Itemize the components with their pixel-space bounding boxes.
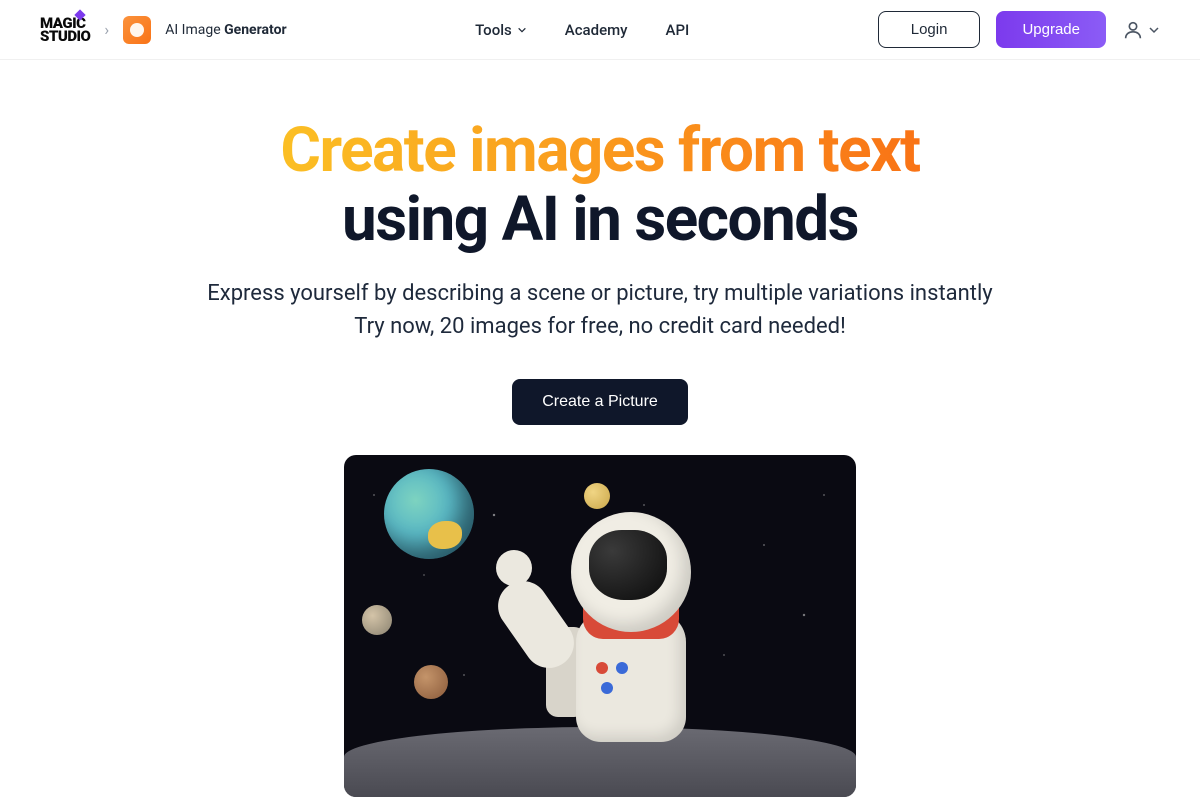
logo-text-line2: STUDIO [40,30,90,43]
hero-section: Create images from text using AI in seco… [0,60,1200,797]
profile-menu[interactable] [1122,19,1160,41]
headline-dark-text: using AI in seconds [342,183,858,256]
planet-icon [362,605,392,635]
nav-api-label: API [666,21,690,39]
hero-image-astronaut [344,455,856,797]
header-left: MAGIC STUDIO › AI Image Generator [40,16,287,44]
nav-api[interactable]: API [666,21,690,39]
astronaut-helmet [571,512,691,632]
nav-tools[interactable]: Tools [475,21,527,39]
hero-subtitle: Express yourself by describing a scene o… [0,277,1200,343]
app-title: AI Image Generator [165,22,286,38]
astronaut-visor [589,530,667,600]
suit-button-icon [596,662,608,674]
nav-tools-label: Tools [475,21,512,39]
headline-gradient-text: Create images from text [280,114,919,187]
user-icon [1122,19,1144,41]
planet-icon [414,665,448,699]
astronaut-hand [496,550,532,586]
nav-academy[interactable]: Academy [565,21,628,39]
nav-academy-label: Academy [565,21,628,39]
hero-headline: Create images from text using AI in seco… [0,116,1200,255]
main-nav: Tools Academy API [475,21,689,39]
app-icon [123,16,151,44]
subtitle-line2: Try now, 20 images for free, no credit c… [354,314,846,339]
planet-earth-icon [384,469,474,559]
header-right: Login Upgrade [878,11,1160,48]
header: MAGIC STUDIO › AI Image Generator Tools … [0,0,1200,60]
astronaut-figure [501,492,721,782]
brand-logo[interactable]: MAGIC STUDIO [40,17,90,43]
chevron-down-icon [1148,24,1160,36]
upgrade-button[interactable]: Upgrade [996,11,1106,48]
login-button[interactable]: Login [878,11,981,48]
app-icon-inner-circle [130,23,144,37]
chevron-down-icon [517,25,527,35]
suit-button-icon [616,662,628,674]
subtitle-line1: Express yourself by describing a scene o… [207,281,992,306]
suit-button-icon [601,682,613,694]
chevron-right-icon: › [104,20,109,39]
create-picture-button[interactable]: Create a Picture [512,379,688,425]
